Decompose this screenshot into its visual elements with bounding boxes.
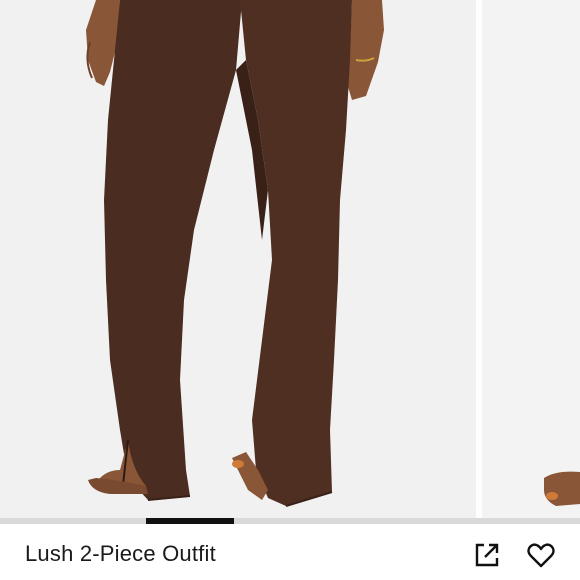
heart-outline-icon	[527, 543, 555, 568]
share-button[interactable]	[470, 538, 504, 572]
image-carousel[interactable]	[0, 0, 580, 520]
product-image-main[interactable]	[0, 0, 476, 520]
product-title: Lush 2-Piece Outfit	[25, 541, 216, 566]
product-photo	[86, 0, 384, 507]
like-button[interactable]	[524, 538, 558, 572]
next-product-photo	[544, 471, 580, 506]
product-image-next[interactable]	[482, 0, 580, 520]
share-external-icon	[475, 543, 499, 567]
